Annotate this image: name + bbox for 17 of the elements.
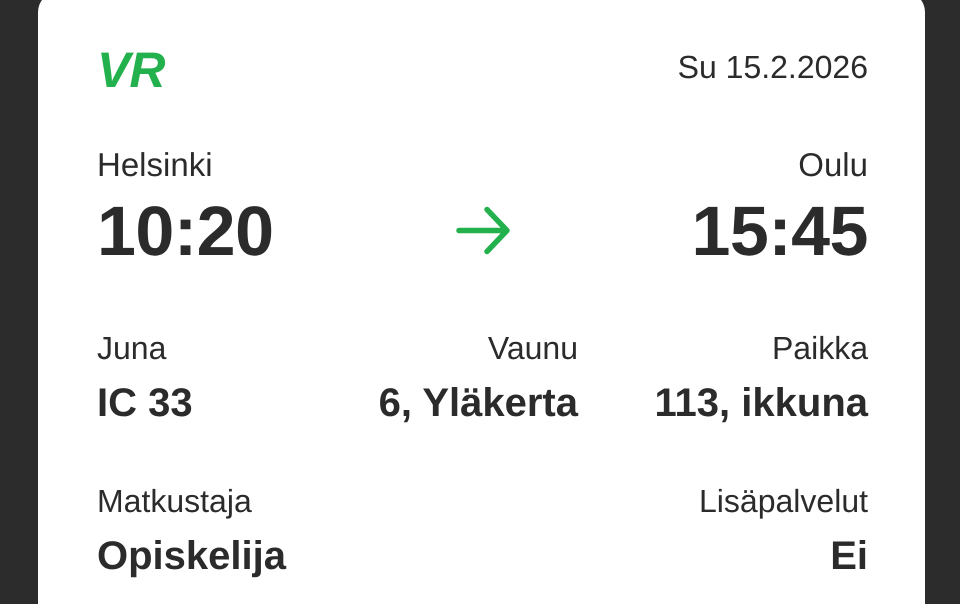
detail-value: IC 33: [97, 380, 193, 426]
detail-label: Vaunu: [488, 330, 578, 367]
detail-value: Opiskelija: [97, 532, 286, 579]
detail-value: 113, ikkuna: [654, 380, 868, 426]
detail-value: 6, Yläkerta: [378, 380, 578, 426]
detail-label: Lisäpalvelut: [699, 482, 868, 520]
travel-date: Su 15.2.2026: [678, 49, 868, 86]
arrival-station: Oulu: [798, 146, 868, 184]
detail-value: Ei: [830, 532, 868, 579]
logo: VR: [97, 45, 164, 95]
departure-time: 10:20: [97, 196, 274, 266]
detail-label: Juna: [97, 330, 166, 367]
arrival-time: 15:45: [691, 196, 868, 266]
detail-label: Matkustaja: [97, 482, 252, 520]
detail-label: Paikka: [772, 330, 868, 367]
arrow-right-icon: [456, 206, 510, 256]
departure-station: Helsinki: [97, 146, 213, 184]
